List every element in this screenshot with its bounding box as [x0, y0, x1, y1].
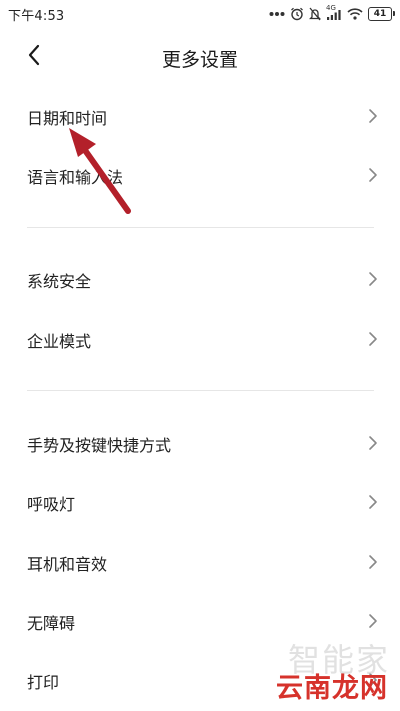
- page-title: 更多设置: [161, 49, 238, 71]
- screen: 下午4:53 4G 41 更多设置 日期和时间 语言和输入法 系统安全 企业模式…: [0, 0, 400, 711]
- chevron-right-icon: [369, 436, 377, 450]
- settings-item-date-time[interactable]: 日期和时间: [0, 87, 400, 145]
- settings-item-label: 语言和输入法: [27, 168, 124, 187]
- chevron-right-icon: [369, 495, 377, 509]
- signal-4g-label: 4G: [326, 3, 336, 12]
- status-icons: 4G 41: [269, 4, 395, 24]
- settings-item-label: 系统安全: [27, 272, 92, 291]
- settings-item-label: 手势及按键快捷方式: [27, 436, 172, 455]
- chevron-right-icon: [369, 555, 377, 569]
- chevron-right-icon: [369, 614, 377, 628]
- section-divider: [27, 227, 374, 228]
- settings-item-system-security[interactable]: 系统安全: [0, 250, 400, 308]
- settings-item-label: 打印: [27, 673, 60, 692]
- settings-item-language-input[interactable]: 语言和输入法: [0, 146, 400, 204]
- alarm-icon: [290, 7, 304, 21]
- settings-item-gesture-shortcuts[interactable]: 手势及按键快捷方式: [0, 414, 400, 472]
- settings-item-headphones-audio[interactable]: 耳机和音效: [0, 533, 400, 591]
- status-bar: 下午4:53 4G 41: [0, 0, 400, 28]
- mute-icon: [309, 7, 321, 21]
- chevron-right-icon: [369, 109, 377, 123]
- chevron-right-icon: [369, 272, 377, 286]
- settings-item-label: 企业模式: [27, 332, 92, 351]
- status-time: 下午4:53: [8, 9, 65, 24]
- settings-item-label: 无障碍: [27, 614, 76, 633]
- battery-icon: 41: [368, 7, 395, 21]
- chevron-right-icon: [369, 168, 377, 182]
- header: 更多设置: [0, 28, 400, 86]
- settings-item-label: 日期和时间: [27, 109, 108, 128]
- settings-item-label: 呼吸灯: [27, 495, 76, 514]
- settings-item-enterprise-mode[interactable]: 企业模式: [0, 310, 400, 368]
- more-dots-icon: [269, 11, 285, 17]
- wifi-icon: [347, 8, 363, 20]
- chevron-right-icon: [369, 332, 377, 346]
- watermark-bottom-text: 云南龙网: [276, 673, 388, 704]
- settings-item-label: 耳机和音效: [27, 555, 108, 574]
- signal-icon: 4G: [326, 4, 342, 21]
- watermark: 智能家 云南龙网: [246, 635, 396, 705]
- section-divider: [27, 390, 374, 391]
- settings-item-breathing-light[interactable]: 呼吸灯: [0, 473, 400, 531]
